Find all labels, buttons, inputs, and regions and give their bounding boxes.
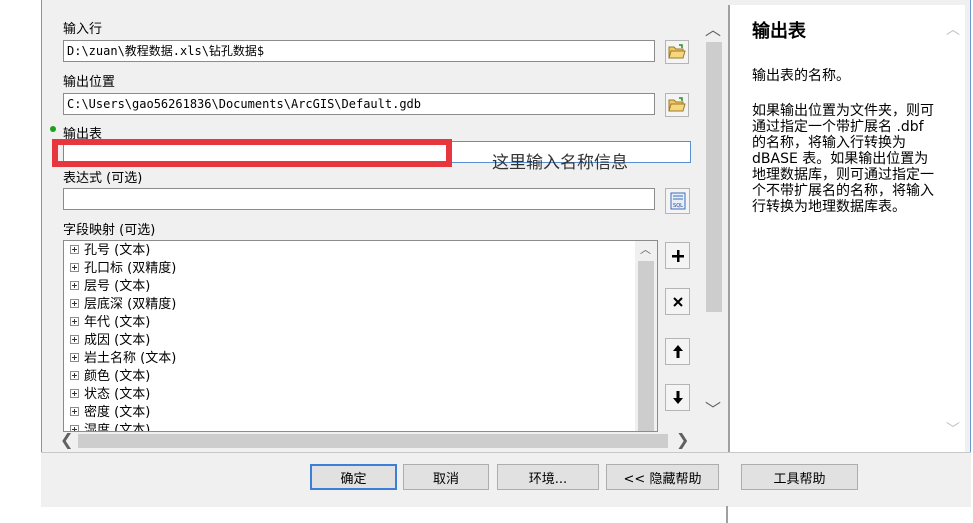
expand-icon[interactable] [70, 353, 79, 362]
tool-help-button[interactable]: 工具帮助 [741, 464, 858, 490]
arrow-up-icon [672, 345, 683, 358]
sql-icon: SQL [670, 192, 685, 210]
field-map-item[interactable]: 层底深 (双精度) [70, 296, 176, 314]
input-rows-field[interactable]: D:\zuan\教程数据.xls\钻孔数据$ [63, 40, 655, 62]
output-location-field[interactable]: C:\Users\gao56261836\Documents\ArcGIS\De… [63, 93, 655, 115]
scrollbar-thumb[interactable] [78, 434, 668, 448]
expand-icon[interactable] [70, 371, 79, 380]
expand-icon[interactable] [70, 299, 79, 308]
move-up-button[interactable] [665, 338, 690, 365]
expand-icon[interactable] [70, 281, 79, 290]
environments-button[interactable]: 环境... [497, 464, 599, 490]
expression-label: 表达式 (可选) [63, 171, 143, 186]
field-map-item[interactable]: 成因 (文本) [70, 332, 150, 350]
add-field-button[interactable] [665, 242, 690, 269]
expand-icon[interactable] [70, 263, 79, 272]
scrollbar-thumb[interactable] [706, 42, 722, 312]
open-folder-icon [668, 97, 686, 112]
parameters-vertical-scrollbar[interactable]: ︿ ﹀ [703, 14, 725, 420]
field-map-item[interactable]: 湿度 (文本) [70, 422, 150, 431]
move-down-button[interactable] [665, 384, 690, 411]
hide-help-button[interactable]: << 隐藏帮助 [606, 464, 719, 490]
close-icon [672, 296, 683, 307]
expand-icon[interactable] [70, 389, 79, 398]
cancel-button[interactable]: 取消 [403, 464, 489, 490]
browse-output-button[interactable] [665, 93, 689, 117]
field-map-item[interactable]: 孔号 (文本) [70, 242, 150, 260]
field-map-item[interactable]: 孔口标 (双精度) [70, 260, 176, 278]
highlight-box [52, 139, 452, 167]
expand-icon[interactable] [70, 407, 79, 416]
delete-field-button[interactable] [665, 288, 690, 315]
field-map-label: 字段映射 (可选) [63, 223, 156, 238]
plus-icon [671, 249, 684, 262]
field-map-vertical-scrollbar[interactable]: ︿ [635, 241, 657, 431]
annotation-text: 这里输入名称信息 [492, 153, 628, 173]
help-paragraph: 输出表的名称。 [752, 68, 850, 84]
input-rows-label: 输入行 [63, 22, 103, 37]
chevron-right-icon[interactable]: ❯ [676, 430, 689, 449]
field-map-item[interactable]: 状态 (文本) [70, 386, 150, 404]
browse-input-button[interactable] [665, 40, 689, 64]
chevron-down-icon[interactable]: ﹀ [705, 396, 721, 420]
ok-button[interactable]: 确定 [310, 464, 397, 490]
expand-icon[interactable] [70, 317, 79, 326]
field-map-horizontal-scrollbar[interactable]: ❮ ❯ [60, 430, 690, 450]
required-indicator-dot [50, 126, 56, 132]
chevron-up-icon[interactable]: ︿ [946, 19, 960, 39]
expression-field[interactable] [63, 188, 655, 210]
help-paragraph: 如果输出位置为文件夹，则可通过指定一个带扩展名 .dbf 的名称，将输入行转换为… [752, 103, 934, 215]
help-title: 输出表 [752, 21, 806, 42]
scrollbar-thumb[interactable] [638, 261, 654, 431]
chevron-down-icon[interactable]: ﹀ [946, 419, 960, 439]
chevron-up-icon[interactable]: ︿ [640, 241, 651, 257]
field-map-item[interactable]: 密度 (文本) [70, 404, 150, 422]
help-panel: 输出表 输出表的名称。 如果输出位置为文件夹，则可通过指定一个带扩展名 .dbf… [728, 5, 965, 452]
output-location-label: 输出位置 [63, 75, 116, 90]
expand-icon[interactable] [70, 335, 79, 344]
field-map-tree[interactable]: 孔号 (文本) 孔口标 (双精度) 层号 (文本) 层底深 (双精度) 年代 (… [63, 240, 658, 432]
sql-button[interactable]: SQL [665, 188, 690, 214]
divider [726, 506, 728, 523]
field-map-item[interactable]: 年代 (文本) [70, 314, 150, 332]
expand-icon[interactable] [70, 245, 79, 254]
field-map-item[interactable]: 层号 (文本) [70, 278, 150, 296]
field-map-item[interactable]: 岩土名称 (文本) [70, 350, 176, 368]
open-folder-icon [668, 44, 686, 59]
field-map-item[interactable]: 颜色 (文本) [70, 368, 150, 386]
chevron-left-icon[interactable]: ❮ [60, 430, 73, 449]
chevron-up-icon[interactable]: ︿ [705, 16, 721, 40]
arrow-down-icon [672, 391, 683, 404]
sql-icon-text: SQL [673, 203, 683, 209]
